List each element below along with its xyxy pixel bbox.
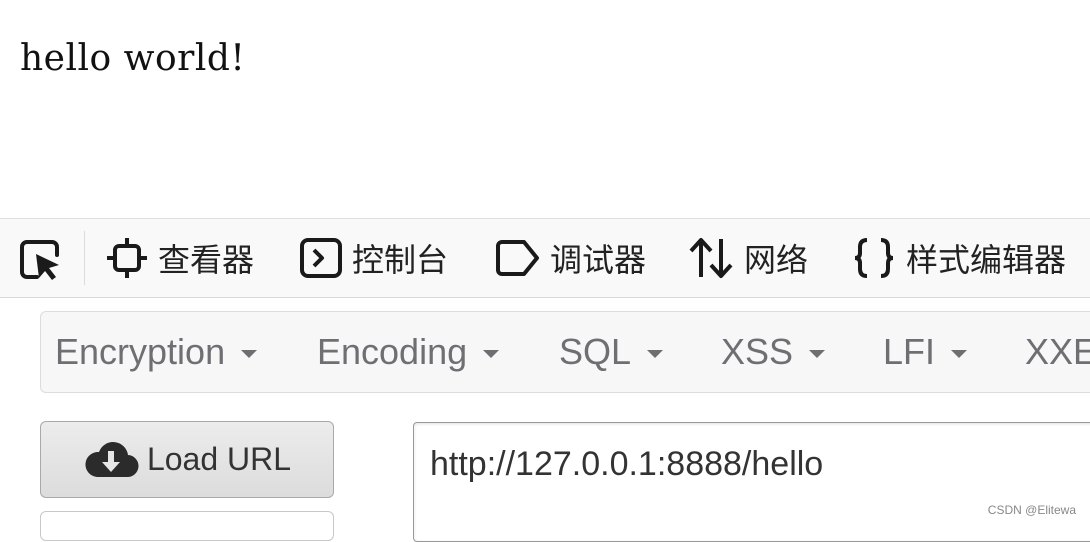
tab-console[interactable]: 控制台 <box>300 219 448 297</box>
menu-xxe-label: XXE <box>1025 331 1090 372</box>
menu-sql-label: SQL <box>559 331 632 372</box>
tab-network-label: 网络 <box>744 241 809 279</box>
tab-style-editor[interactable]: 样式编辑器 <box>852 219 1066 297</box>
watermark: CSDN @Elitewa <box>987 503 1076 517</box>
menu-xss[interactable]: XSS <box>721 312 826 392</box>
menu-lfi[interactable]: LFI <box>883 312 968 392</box>
tab-debugger[interactable]: 调试器 <box>494 219 646 297</box>
load-url-label: Load URL <box>146 441 292 477</box>
console-icon <box>300 238 342 278</box>
menu-encoding-label: Encoding <box>317 331 468 372</box>
menu-lfi-label: LFI <box>883 331 936 372</box>
tab-debugger-label: 调试器 <box>550 241 647 279</box>
tab-console-label: 控制台 <box>352 241 449 279</box>
network-icon <box>688 237 734 279</box>
menu-encoding[interactable]: Encoding <box>317 312 500 392</box>
tab-inspector-label: 查看器 <box>158 241 255 279</box>
element-picker-button[interactable] <box>14 238 68 282</box>
devtools-toolbar: 查看器 控制台 调试器 网络 样式编辑器 <box>0 218 1090 298</box>
cloud-download-icon <box>83 441 139 479</box>
tab-inspector[interactable]: 查看器 <box>106 219 254 297</box>
toolbar-separator <box>84 231 85 285</box>
menu-xxe[interactable]: XXE <box>1025 312 1090 392</box>
menu-encryption[interactable]: Encryption <box>55 312 258 392</box>
inspector-icon <box>106 237 148 279</box>
url-input[interactable]: http://127.0.0.1:8888/hello <box>413 422 1090 542</box>
chevron-down-icon <box>241 350 258 358</box>
load-url-button[interactable]: Load URL <box>40 421 334 498</box>
chevron-down-icon <box>809 350 826 358</box>
menu-encryption-label: Encryption <box>55 331 226 372</box>
hackbar-secondary-button[interactable] <box>40 511 334 541</box>
page-content-text: hello world! <box>20 38 246 79</box>
menu-xss-label: XSS <box>721 331 794 372</box>
chevron-down-icon <box>647 350 664 358</box>
debugger-icon <box>494 240 540 276</box>
element-picker-icon <box>20 240 59 280</box>
braces-icon <box>852 237 896 279</box>
chevron-down-icon <box>483 350 500 358</box>
menu-sql[interactable]: SQL <box>559 312 664 392</box>
tab-style-editor-label: 样式编辑器 <box>906 241 1067 279</box>
tab-network[interactable]: 网络 <box>688 219 808 297</box>
url-input-value: http://127.0.0.1:8888/hello <box>430 445 824 483</box>
hackbar-menu-bar: Encryption Encoding SQL XSS LFI XXE <box>40 311 1090 393</box>
chevron-down-icon <box>951 350 968 358</box>
